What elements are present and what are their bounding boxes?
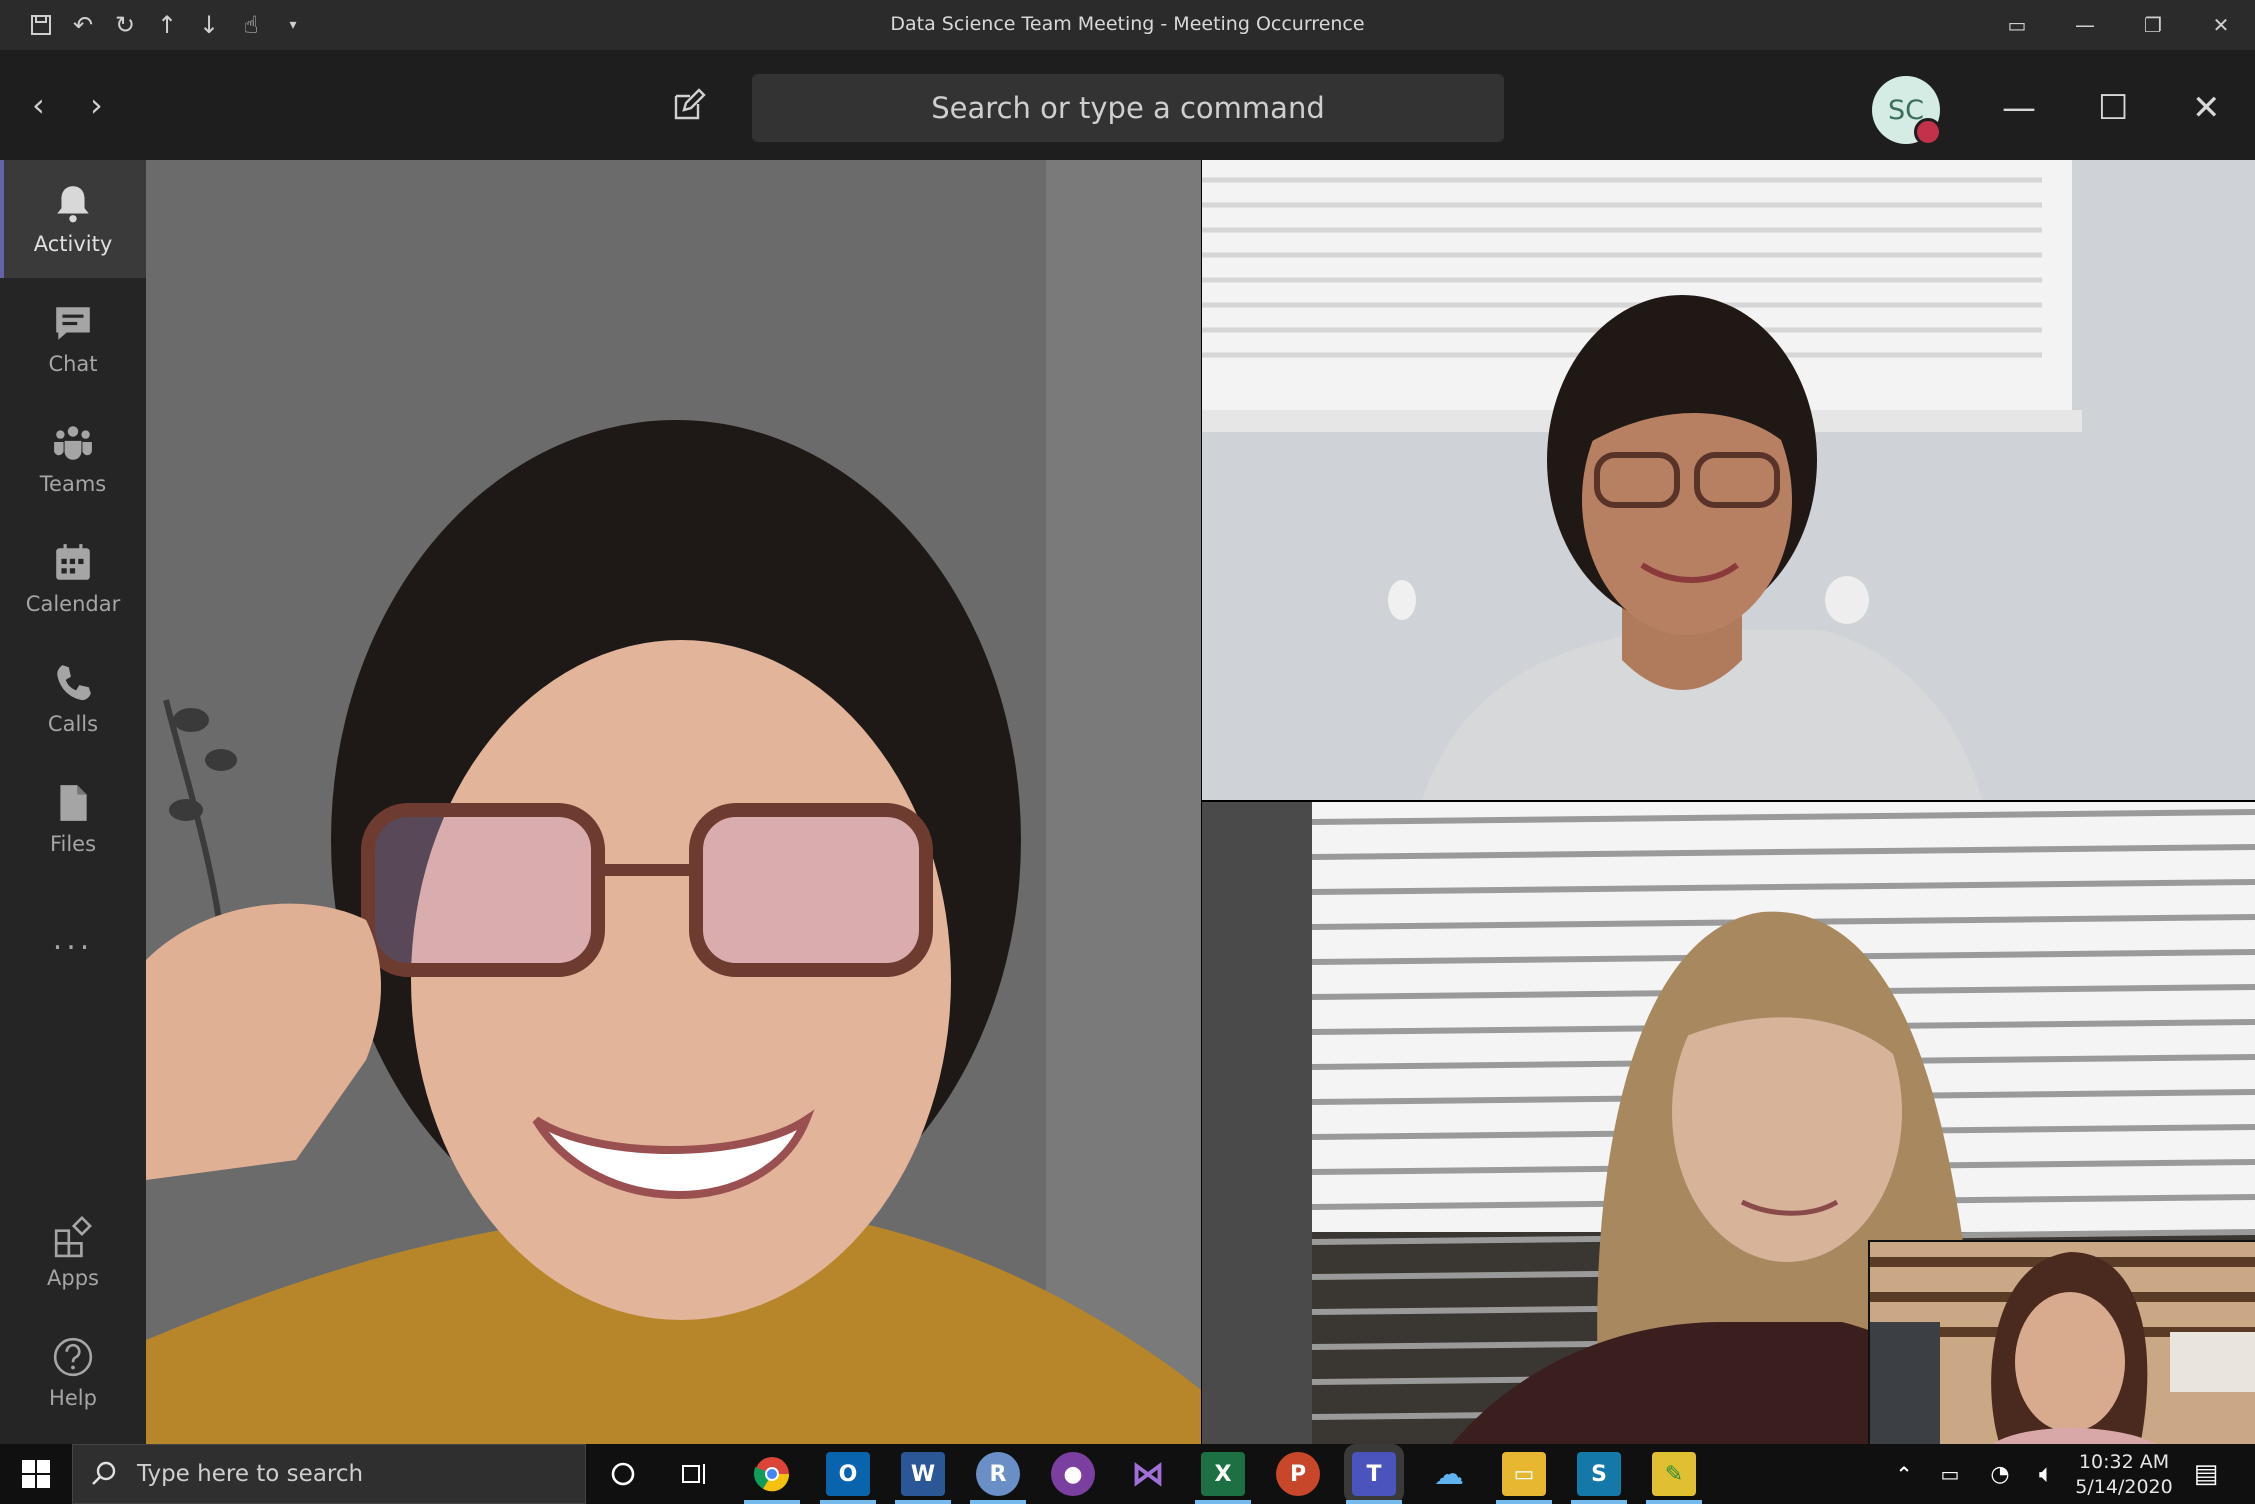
running-indicator xyxy=(970,1500,1026,1504)
rail-label: Teams xyxy=(39,472,107,496)
close-button[interactable]: ✕ xyxy=(2187,0,2255,50)
app-icon[interactable]: ✎ xyxy=(1652,1452,1696,1496)
ribbon-display-icon[interactable]: ▭ xyxy=(1983,0,2051,50)
avatar[interactable]: SC xyxy=(1872,76,1942,146)
volume-icon[interactable]: 🔈︎ xyxy=(2024,1452,2068,1496)
taskbar-search-input[interactable]: Type here to search xyxy=(72,1444,586,1504)
chat-icon xyxy=(56,307,90,340)
calendar-icon xyxy=(56,544,90,580)
window-title: Data Science Team Meeting - Meeting Occu… xyxy=(890,13,1365,35)
rail-item-calls[interactable]: Calls xyxy=(0,640,146,758)
show-hidden-icons-icon[interactable]: ⌃ xyxy=(1882,1452,1926,1496)
more-icon: ... xyxy=(52,921,94,957)
running-indicator xyxy=(744,1500,800,1504)
redo-icon[interactable]: ↻ xyxy=(112,11,138,39)
running-indicator xyxy=(1571,1500,1627,1504)
bell-icon xyxy=(57,186,89,223)
rail-item-files[interactable]: Files xyxy=(0,760,146,878)
minimize-icon[interactable]: — xyxy=(2002,88,2036,128)
running-indicator xyxy=(1646,1500,1702,1504)
teams-icon xyxy=(53,426,93,460)
file-icon xyxy=(60,785,87,821)
meeting-stage xyxy=(146,160,2255,1446)
r-icon[interactable]: R xyxy=(976,1452,1020,1496)
self-view-video[interactable] xyxy=(1868,1240,2255,1446)
taskbar-search-placeholder: Type here to search xyxy=(137,1461,364,1487)
wifi-icon[interactable]: ◔ xyxy=(1978,1452,2022,1496)
running-indicator xyxy=(1195,1500,1251,1504)
action-center-icon[interactable]: ▤ xyxy=(2184,1452,2228,1496)
participant-video-image xyxy=(146,160,1201,1444)
sway-icon[interactable]: S xyxy=(1577,1452,1621,1496)
self-view-image xyxy=(1870,1242,2255,1446)
rail-item-activity[interactable]: Activity xyxy=(0,160,146,278)
undo-icon[interactable]: ↶ xyxy=(70,11,96,39)
running-indicator xyxy=(1496,1500,1552,1504)
close-icon[interactable]: ✕ xyxy=(2192,88,2221,128)
back-button[interactable]: ‹ xyxy=(32,86,45,124)
maximize-icon[interactable]: ☐ xyxy=(2098,88,2128,128)
rail-item-teams[interactable]: Teams xyxy=(0,400,146,518)
rail-label: Calendar xyxy=(25,592,121,616)
running-indicator xyxy=(820,1500,876,1504)
more-apps-button[interactable]: ... xyxy=(0,880,146,998)
app-rail: Activity Chat Teams Calendar Calls Files… xyxy=(0,160,146,1444)
forward-button[interactable]: › xyxy=(90,86,103,124)
rail-label: Apps xyxy=(47,1266,99,1290)
touch-mode-icon[interactable]: ☝ xyxy=(238,11,264,39)
task-view-icon[interactable] xyxy=(673,1452,717,1496)
rail-item-chat[interactable]: Chat xyxy=(0,280,146,398)
teams-app-icon[interactable]: T xyxy=(1344,1444,1404,1504)
restore-button[interactable]: ❐ xyxy=(2119,0,2187,50)
system-clock[interactable]: 10:32 AM 5/14/2020 xyxy=(2064,1450,2184,1500)
battery-icon[interactable]: ▭ xyxy=(1928,1452,1972,1496)
start-button[interactable] xyxy=(14,1454,58,1494)
rail-label: Activity xyxy=(33,232,113,256)
word-icon[interactable]: W xyxy=(901,1452,945,1496)
excel-icon[interactable]: X xyxy=(1201,1452,1245,1496)
rail-label: Files xyxy=(49,832,97,856)
file-explorer-icon[interactable]: ▭ xyxy=(1502,1452,1546,1496)
rail-item-apps[interactable]: Apps xyxy=(0,1194,146,1312)
running-indicator xyxy=(1346,1500,1402,1504)
presence-indicator xyxy=(1914,118,1942,146)
windows-logo-icon xyxy=(22,1460,50,1488)
phone-icon xyxy=(57,665,91,701)
outlook-icon[interactable]: O xyxy=(826,1452,870,1496)
app-header: ‹ › Search or type a command SC — ☐ ✕ xyxy=(0,50,2255,160)
arrow-down-icon[interactable]: ↓ xyxy=(196,11,222,39)
participant-video-image xyxy=(1202,160,2255,800)
rail-label: Chat xyxy=(48,352,98,376)
command-search-input[interactable]: Search or type a command xyxy=(752,74,1504,142)
apps-icon xyxy=(54,1216,92,1258)
rail-label: Help xyxy=(49,1386,97,1410)
clock-time: 10:32 AM xyxy=(2078,1451,2170,1473)
minimize-button[interactable]: — xyxy=(2051,0,2119,50)
windows-taskbar: Type here to search O W R ● ⋈ X P T ☁ ▭ … xyxy=(0,1444,2255,1504)
title-bar: ↶ ↻ ↑ ↓ ☝ ▾ Data Science Team Meeting - … xyxy=(0,0,2255,50)
rail-label: Calls xyxy=(47,712,99,736)
rail-item-help[interactable]: Help xyxy=(0,1314,146,1432)
rail-item-calendar[interactable]: Calendar xyxy=(0,520,146,638)
new-chat-icon[interactable] xyxy=(672,88,708,124)
search-icon xyxy=(92,1461,116,1485)
visual-studio-icon[interactable]: ⋈ xyxy=(1126,1452,1170,1496)
powerpoint-icon[interactable]: P xyxy=(1276,1452,1320,1496)
running-indicator xyxy=(895,1500,951,1504)
clock-date: 5/14/2020 xyxy=(2075,1476,2173,1498)
participant-video-1[interactable] xyxy=(146,160,1201,1444)
quick-access-toolbar: ↶ ↻ ↑ ↓ ☝ ▾ xyxy=(28,11,306,39)
participant-video-2[interactable] xyxy=(1202,160,2255,800)
cortana-icon[interactable] xyxy=(601,1452,645,1496)
chrome-icon[interactable] xyxy=(750,1452,794,1496)
save-icon[interactable] xyxy=(28,12,54,38)
github-icon[interactable]: ● xyxy=(1051,1452,1095,1496)
customize-toolbar-icon[interactable]: ▾ xyxy=(280,12,306,38)
onedrive-icon[interactable]: ☁ xyxy=(1427,1452,1471,1496)
help-icon xyxy=(53,1337,93,1377)
arrow-up-icon[interactable]: ↑ xyxy=(154,11,180,39)
